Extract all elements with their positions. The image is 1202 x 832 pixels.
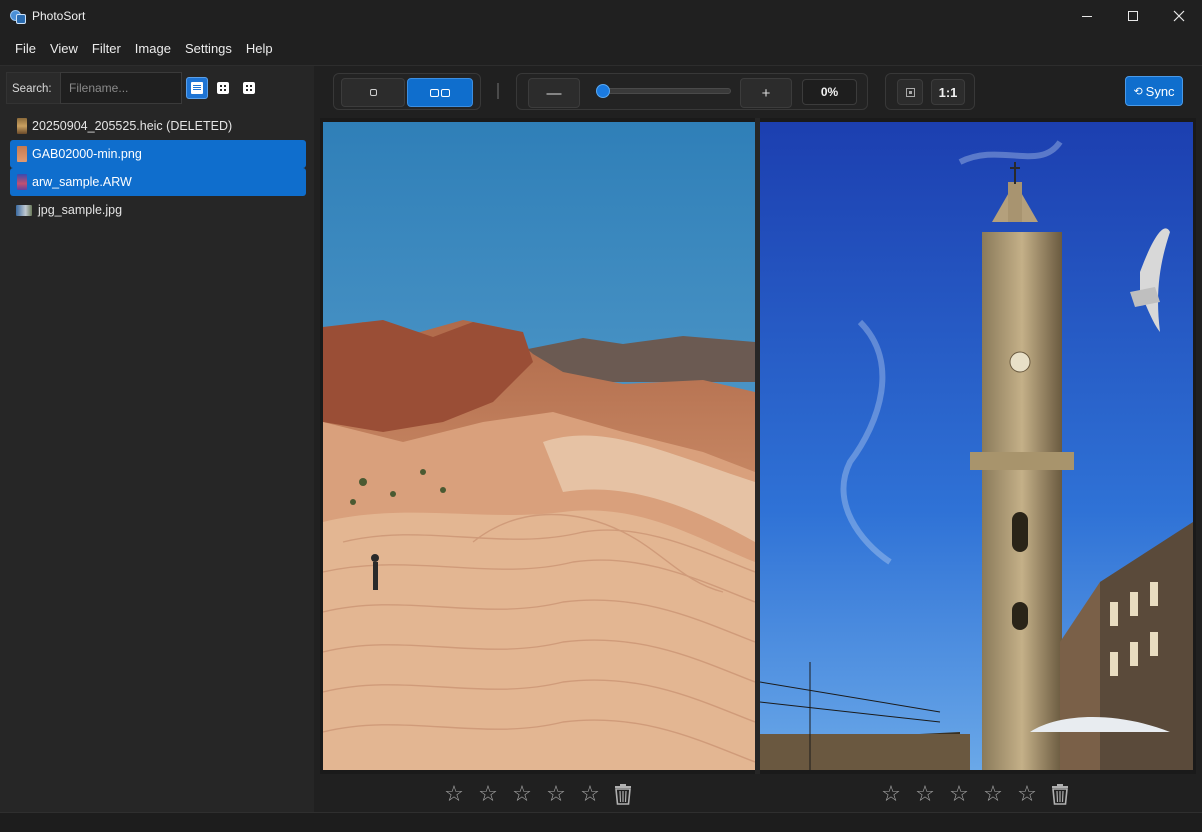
file-name: arw_sample.ARW — [32, 175, 132, 189]
side-by-side-icon — [430, 88, 450, 97]
zoom-slider-handle[interactable] — [596, 84, 610, 98]
file-name: GAB02000-min.png — [32, 147, 142, 161]
file-sidebar: Search: 20250904_205525.heic (DELETED) G… — [0, 66, 314, 812]
file-name: jpg_sample.jpg — [38, 203, 123, 217]
left-image-pane[interactable] — [323, 122, 755, 770]
viewer-toolbar: — + 0% 1:1 ⟲ Sync — [314, 66, 1202, 116]
tower-image — [760, 122, 1193, 770]
zoom-slider[interactable] — [596, 84, 731, 98]
sync-label: Sync — [1145, 83, 1175, 99]
thumbnail-icon — [17, 174, 27, 190]
menu-bar: File View Filter Image Settings Help — [0, 36, 280, 62]
trash-icon[interactable] — [1049, 782, 1071, 806]
star-icon[interactable]: ☆ — [1015, 782, 1039, 806]
star-icon[interactable]: ☆ — [981, 782, 1005, 806]
menu-settings[interactable]: Settings — [178, 36, 239, 62]
star-icon[interactable]: ☆ — [544, 782, 568, 806]
view-mode-group — [333, 73, 481, 110]
grid-large-view-button[interactable] — [238, 77, 260, 99]
minimize-button[interactable] — [1064, 0, 1110, 32]
zoom-percent: 0% — [802, 79, 857, 105]
app-logo-icon — [10, 8, 26, 24]
title-bar: PhotoSort — [0, 0, 1202, 32]
menu-view[interactable]: View — [43, 36, 85, 62]
minimize-icon — [1082, 15, 1092, 17]
star-icon[interactable]: ☆ — [913, 782, 937, 806]
toolbar-separator — [497, 83, 499, 99]
actual-size-button[interactable]: 1:1 — [931, 79, 965, 105]
status-bar — [0, 812, 1202, 832]
list-view-button[interactable] — [186, 77, 208, 99]
search-row: Search: — [6, 72, 260, 104]
file-item-heic[interactable]: 20250904_205525.heic (DELETED) — [10, 112, 306, 140]
menu-image[interactable]: Image — [128, 36, 178, 62]
search-label: Search: — [6, 72, 60, 104]
zoom-out-button[interactable]: — — [528, 78, 580, 108]
list-view-icon — [191, 82, 203, 94]
menu-filter[interactable]: Filter — [85, 36, 128, 62]
zoom-group: — + 0% — [516, 73, 868, 110]
sync-button[interactable]: ⟲ Sync — [1125, 76, 1183, 106]
star-icon[interactable]: ☆ — [476, 782, 500, 806]
thumbnail-icon — [17, 118, 27, 134]
file-list: 20250904_205525.heic (DELETED) GAB02000-… — [10, 112, 306, 224]
single-view-button[interactable] — [341, 78, 405, 107]
file-item-png[interactable]: GAB02000-min.png — [10, 140, 306, 168]
star-icon[interactable]: ☆ — [947, 782, 971, 806]
search-input[interactable] — [60, 72, 182, 104]
single-view-icon — [369, 89, 377, 96]
maximize-icon — [1128, 11, 1138, 21]
file-name: 20250904_205525.heic (DELETED) — [32, 119, 233, 133]
fit-to-window-icon — [905, 87, 915, 97]
desert-sandstone-image — [323, 122, 755, 770]
star-icon[interactable]: ☆ — [442, 782, 466, 806]
left-rating-bar: ☆ ☆ ☆ ☆ ☆ — [442, 777, 634, 811]
zoom-in-button[interactable]: + — [740, 78, 792, 108]
star-icon[interactable]: ☆ — [510, 782, 534, 806]
maximize-button[interactable] — [1110, 0, 1156, 32]
close-button[interactable] — [1156, 0, 1202, 32]
window-title: PhotoSort — [32, 9, 86, 23]
grid-view-icon — [217, 82, 229, 94]
sync-icon: ⟲ — [1133, 85, 1143, 98]
thumbnail-icon — [16, 204, 32, 216]
thumbnail-icon — [17, 146, 27, 162]
side-by-side-button[interactable] — [407, 78, 473, 107]
window-controls — [1064, 0, 1202, 32]
right-image-pane[interactable] — [760, 122, 1193, 770]
fit-to-window-button[interactable] — [897, 79, 923, 105]
menu-help[interactable]: Help — [239, 36, 280, 62]
right-rating-bar: ☆ ☆ ☆ ☆ ☆ — [879, 777, 1071, 811]
close-icon — [1173, 10, 1185, 22]
file-item-jpg[interactable]: jpg_sample.jpg — [10, 196, 306, 224]
menu-file[interactable]: File — [8, 36, 43, 62]
star-icon[interactable]: ☆ — [578, 782, 602, 806]
file-item-arw[interactable]: arw_sample.ARW — [10, 168, 306, 196]
trash-icon[interactable] — [612, 782, 634, 806]
star-icon[interactable]: ☆ — [879, 782, 903, 806]
fit-group: 1:1 — [885, 73, 975, 110]
grid-large-view-icon — [243, 82, 255, 94]
grid-view-button[interactable] — [212, 77, 234, 99]
image-viewer — [320, 118, 1196, 774]
